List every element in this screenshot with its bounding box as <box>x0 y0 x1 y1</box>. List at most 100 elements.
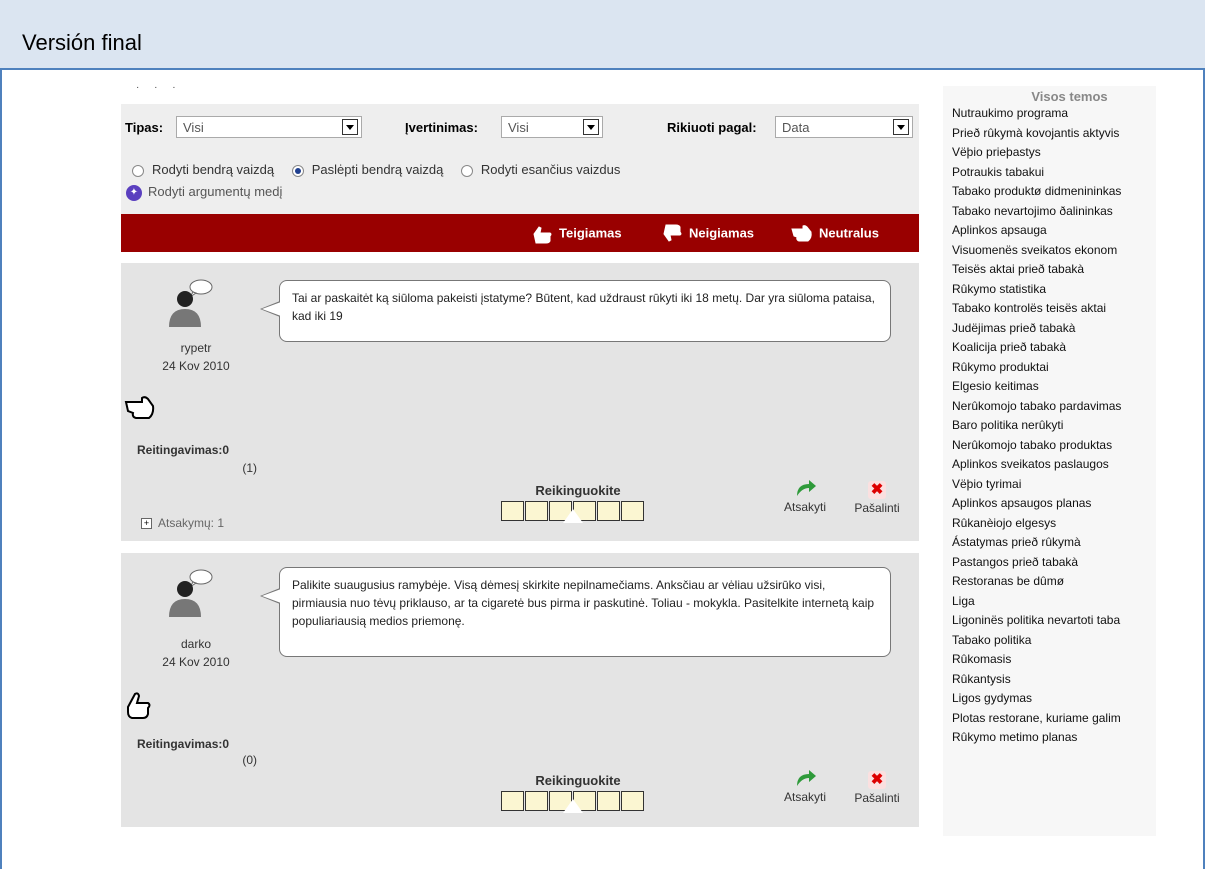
topic-link[interactable]: Tabako kontrolës teisës aktai <box>943 299 1156 319</box>
rate-cell[interactable] <box>621 501 644 521</box>
rating-select[interactable]: Visi <box>501 116 603 138</box>
topic-link[interactable]: Elgesio keitimas <box>943 377 1156 397</box>
topic-link[interactable]: Liga <box>943 592 1156 612</box>
topic-link[interactable]: Prieð rûkymà kovojantis aktyvis <box>943 124 1156 144</box>
rate-pointer-icon <box>563 799 583 813</box>
radio-show-existing[interactable]: Rodyti esančius vaizdus <box>460 162 620 177</box>
rate-title: Reikinguokite <box>535 773 621 788</box>
topic-link[interactable]: Vëþio tyrimai <box>943 475 1156 495</box>
rate-cell[interactable] <box>597 501 620 521</box>
topic-link[interactable]: Pastangos prieð tabakà <box>943 553 1156 573</box>
neutral-hand-icon <box>124 396 155 419</box>
chevron-down-icon <box>583 119 599 135</box>
topic-link[interactable]: Rûkymo metimo planas <box>943 728 1156 748</box>
rating-count: (1) <box>242 461 257 475</box>
topic-link[interactable]: Aplinkos sveikatos paslaugos <box>943 455 1156 475</box>
reply-button[interactable]: Atsakyti <box>779 478 831 514</box>
topic-link[interactable]: Tabako politika <box>943 631 1156 651</box>
positive-hand-icon <box>127 692 151 719</box>
rate-cell[interactable] <box>621 791 644 811</box>
topic-link[interactable]: Nerûkomojo tabako pardavimas <box>943 397 1156 417</box>
radio-circle-icon <box>460 164 473 177</box>
topic-link[interactable]: Koalicija prieð tabakà <box>943 338 1156 358</box>
topic-link[interactable]: Teisës aktai prieð tabakà <box>943 260 1156 280</box>
delete-button[interactable]: ✖ Pašalinti <box>845 481 909 515</box>
topic-link[interactable]: Vëþio prieþastys <box>943 143 1156 163</box>
topic-link[interactable]: Ligoninës politika nevartoti taba <box>943 611 1156 631</box>
rate-cell[interactable] <box>597 791 620 811</box>
topic-link[interactable]: Rûkymo produktai <box>943 358 1156 378</box>
topic-link[interactable]: Aplinkos apsaugos planas <box>943 494 1156 514</box>
topic-link[interactable]: Baro politika nerûkyti <box>943 416 1156 436</box>
topic-link[interactable]: Ligos gydymas <box>943 689 1156 709</box>
topic-link[interactable]: Plotas restorane, kuriame galim <box>943 709 1156 729</box>
topic-list: Nutraukimo programa Prieð rûkymà kovojant… <box>943 104 1156 748</box>
type-select-value: Visi <box>183 120 204 135</box>
radio-circle-icon <box>132 164 144 177</box>
rate-pointer-icon <box>563 509 583 523</box>
topic-link[interactable]: Potraukis tabakui <box>943 163 1156 183</box>
topics-sidebar: Visos temos Nutraukimo programa Prieð rûk… <box>943 86 1156 836</box>
radio-show-overview[interactable]: Rodyti bendrą vaizdą <box>132 162 274 177</box>
rating-count: (0) <box>242 753 257 767</box>
reply-arrow-icon <box>797 770 816 786</box>
tree-icon: ✦ <box>126 184 142 201</box>
comment-bubble: Tai ar paskaitėt ką siūloma pakeisti įst… <box>260 280 891 342</box>
rate-title: Reikinguokite <box>535 483 621 498</box>
topic-link[interactable]: Rûkomasis <box>943 650 1156 670</box>
radio-selected-icon <box>291 164 304 177</box>
topic-link[interactable]: Rûkanèiojo elgesys <box>943 514 1156 534</box>
argument-tree-link[interactable]: ✦ Rodyti argumentų medį <box>126 184 282 201</box>
topic-link[interactable]: Restoranas be dûmø <box>943 572 1156 592</box>
rate-cell[interactable] <box>525 501 548 521</box>
topic-link[interactable]: Tabako produktø didmenininkas <box>943 182 1156 202</box>
comment-text: Tai ar paskaitėt ką siūloma pakeisti įst… <box>292 291 875 323</box>
rating-scale[interactable] <box>501 791 645 813</box>
legend-positive: Teigiamas <box>531 224 622 244</box>
thumbs-down-hand-icon <box>663 224 682 242</box>
comment-date: 24 Kov 2010 <box>162 359 230 373</box>
sort-select[interactable]: Data <box>775 116 913 138</box>
sort-label: Rikiuoti pagal: <box>667 120 757 135</box>
topic-link[interactable]: Rûkantysis <box>943 670 1156 690</box>
scroll-dots: · · · <box>136 82 182 93</box>
rating-score: Reitingavimas:0 <box>137 737 230 751</box>
comment-card: rypetr 24 Kov 2010 Tai ar paskaitėt ką s… <box>121 263 919 541</box>
rate-cell[interactable] <box>501 501 524 521</box>
user-avatar-icon <box>169 569 213 617</box>
radio-hide-overview[interactable]: Paslėpti bendrą vaizdą <box>291 162 443 177</box>
expand-plus-icon: + <box>141 518 152 530</box>
doc-title: Versión final <box>22 30 142 55</box>
rating-scale[interactable] <box>501 501 645 523</box>
comment-username[interactable]: darko <box>121 637 271 651</box>
comment-username[interactable]: rypetr <box>121 341 271 355</box>
legend-neutral: Neutralus <box>791 224 879 244</box>
answers-toggle[interactable]: + Atsakymų: 1 <box>141 516 224 530</box>
delete-button[interactable]: ✖ Pašalinti <box>845 771 909 805</box>
legend-negative: Neigiamas <box>661 224 754 244</box>
type-select[interactable]: Visi <box>176 116 362 138</box>
view-radio-group: Rodyti bendrą vaizdą Paslėpti bendrą vai… <box>132 161 634 177</box>
chevron-down-icon <box>342 119 358 135</box>
comment-date: 24 Kov 2010 <box>162 655 230 669</box>
topic-link[interactable]: Judëjimas prieð tabakà <box>943 319 1156 339</box>
topic-link[interactable]: Nerûkomojo tabako produktas <box>943 436 1156 456</box>
topic-link[interactable]: Ástatymas prieð rûkymà <box>943 533 1156 553</box>
neutral-hand-icon <box>791 225 812 242</box>
comment-text: Palikite suaugusius ramybėje. Visą dėmes… <box>292 578 875 628</box>
topic-link[interactable]: Rûkymo statistika <box>943 280 1156 300</box>
topic-link[interactable]: Nutraukimo programa <box>943 104 1156 124</box>
comment-bubble: Palikite suaugusius ramybėje. Visą dėmes… <box>260 567 891 657</box>
topic-link[interactable]: Visuomenës sveikatos ekonom <box>943 241 1156 261</box>
sort-select-value: Data <box>782 120 810 135</box>
reply-arrow-icon <box>797 480 816 496</box>
sidebar-title: Visos temos <box>1031 89 1108 104</box>
delete-x-icon: ✖ <box>868 771 886 789</box>
rate-cell[interactable] <box>501 791 524 811</box>
topic-link[interactable]: Aplinkos apsauga <box>943 221 1156 241</box>
chevron-down-icon <box>893 119 909 135</box>
rate-cell[interactable] <box>525 791 548 811</box>
topic-link[interactable]: Tabako nevartojimo ðalininkas <box>943 202 1156 222</box>
reply-button[interactable]: Atsakyti <box>779 768 831 804</box>
thumbs-up-hand-icon <box>533 226 552 244</box>
